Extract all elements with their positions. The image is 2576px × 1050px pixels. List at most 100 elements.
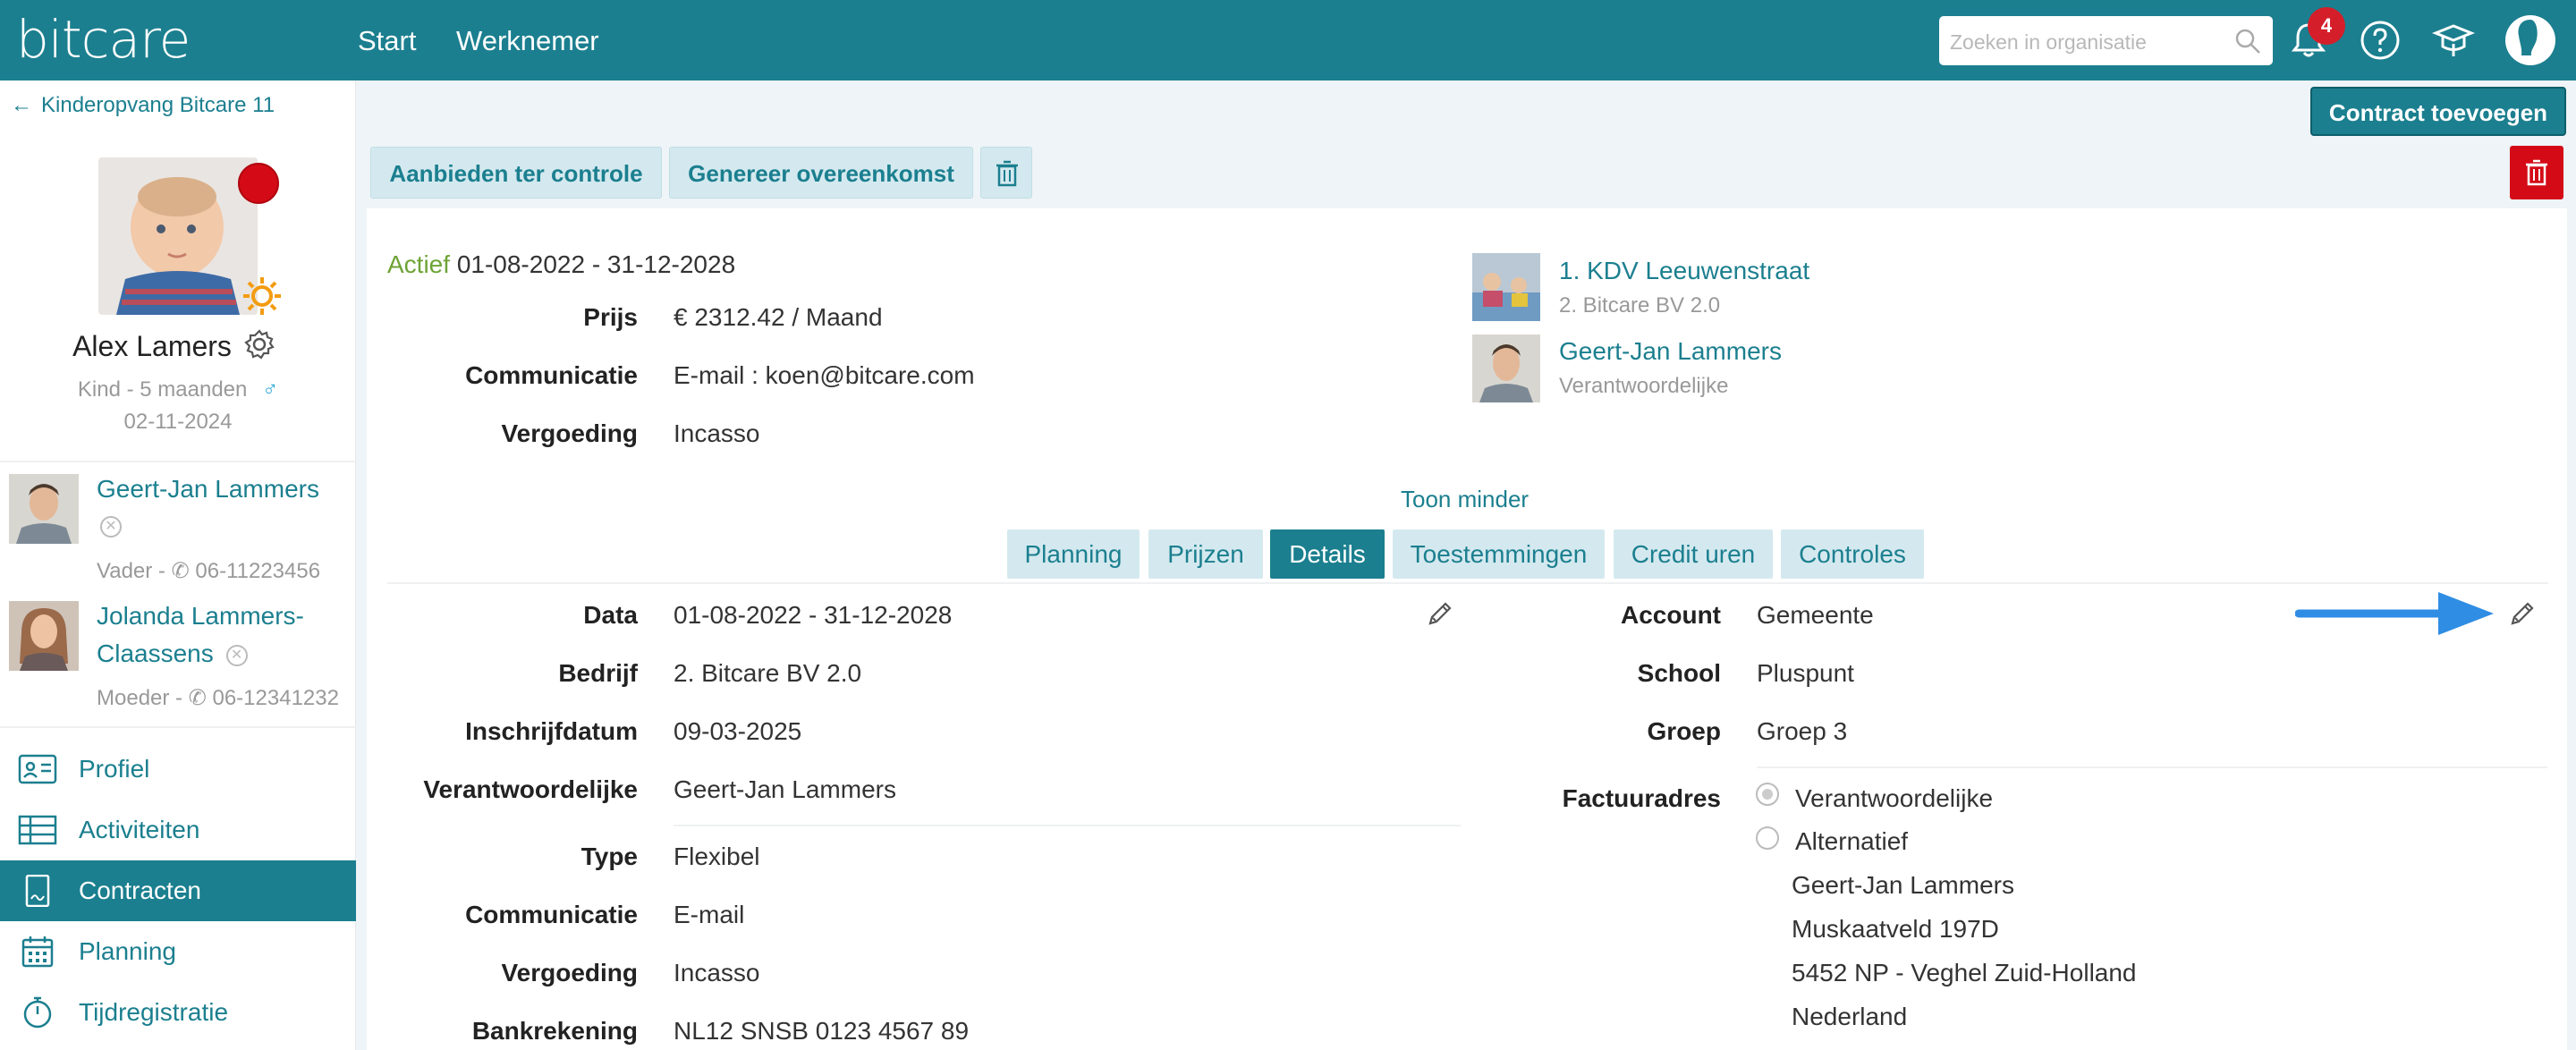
field-value: Groep 3 [1757, 717, 1848, 745]
tab-toestemmingen[interactable]: Toestemmingen [1393, 529, 1605, 579]
tab-credit-uren[interactable]: Credit uren [1614, 529, 1773, 579]
divider [674, 825, 1461, 826]
tab-prijzen[interactable]: Prijzen [1148, 529, 1263, 579]
menu-item-profiel[interactable]: Profiel [0, 739, 356, 800]
field-label: Vergoeding [501, 419, 638, 447]
divider [0, 726, 356, 728]
parent-phone[interactable]: 06-11223456 [195, 559, 320, 583]
search-placeholder: Zoeken in organisatie [1950, 30, 2147, 54]
gear-icon[interactable] [243, 328, 275, 360]
field-label: Account [1621, 601, 1721, 629]
menu-label: Activiteiten [79, 816, 200, 843]
calendar-icon [21, 936, 54, 968]
field-label: Data [583, 601, 638, 629]
menu-item-contracten[interactable]: Contracten [0, 860, 356, 921]
male-icon: ♂ [262, 377, 279, 402]
parent-name-line1: Jolanda Lammers- [97, 602, 304, 630]
pencil-icon[interactable] [2508, 599, 2537, 628]
contract-period: 01-08-2022 - 31-12-2028 [456, 250, 736, 278]
trash-icon [2526, 159, 2547, 186]
divider [1757, 766, 2547, 768]
field-value: E-mail [674, 901, 745, 928]
child-meta: Kind - 5 maanden ♂ [0, 377, 356, 402]
nav-start[interactable]: Start [358, 25, 416, 57]
field-value: NL12 SNSB 0123 4567 89 [674, 1017, 970, 1045]
remove-icon[interactable]: ✕ [225, 644, 248, 666]
show-less-link[interactable]: Toon minder [1401, 486, 1529, 513]
responsible-photo [1472, 334, 1540, 402]
user-avatar-icon[interactable] [2504, 14, 2556, 66]
parent-phone[interactable]: 06-12341232 [212, 686, 338, 710]
pencil-icon[interactable] [1426, 599, 1454, 628]
radio-alternative[interactable] [1756, 826, 1779, 850]
divider [0, 461, 356, 462]
address-line: Nederland [1792, 1003, 1908, 1030]
search-icon[interactable] [2233, 27, 2262, 55]
parent-photo [9, 601, 79, 671]
radio-responsible-label[interactable]: Verantwoordelijke [1795, 784, 1993, 813]
add-contract-button[interactable]: Contract toevoegen [2310, 87, 2566, 136]
address-line: 5452 NP - Veghel Zuid-Holland [1792, 959, 2137, 986]
field-value: € 2312.42 / Maand [674, 303, 883, 331]
field-value: Flexibel [674, 843, 760, 870]
child-birthdate: 02-11-2024 [123, 410, 233, 434]
phone-icon: ✆ [171, 559, 196, 583]
id-card-icon [18, 754, 57, 784]
status-label: Actief [387, 250, 451, 278]
back-link[interactable]: ← Kinderopvang Bitcare 11 [11, 93, 275, 118]
generate-agreement-button[interactable]: Genereer overeenkomst [669, 147, 973, 199]
tab-details[interactable]: Details [1270, 529, 1385, 579]
location-sub: 2. Bitcare BV 2.0 [1559, 293, 1721, 318]
field-label: Communicatie [465, 901, 638, 928]
field-label: Bankrekening [471, 1017, 638, 1045]
field-label: Groep [1647, 717, 1721, 745]
address-line: Muskaatveld 197D [1792, 915, 1999, 943]
menu-item-tijdregistratie[interactable]: Tijdregistratie [0, 982, 356, 1043]
field-value: Incasso [674, 419, 760, 447]
delete-button[interactable] [980, 147, 1032, 199]
field-label: Vergoeding [501, 959, 638, 986]
field-label: School [1637, 659, 1721, 687]
delete-contract-button[interactable] [2510, 146, 2563, 199]
responsible-sub: Verantwoordelijke [1559, 374, 1729, 398]
top-bar: bitcare Start Werknemer Zoeken in organi… [0, 0, 2576, 80]
location-link[interactable]: 1. KDV Leeuwenstraat [1559, 257, 1809, 285]
tab-planning[interactable]: Planning [1007, 529, 1140, 579]
sun-icon [243, 277, 281, 315]
parent-meta: Vader - ✆ 06-11223456 [97, 558, 320, 584]
field-label: Inschrijfdatum [465, 717, 638, 745]
tab-controles[interactable]: Controles [1781, 529, 1924, 579]
menu-item-planning[interactable]: Planning [0, 921, 356, 982]
search-input[interactable]: Zoeken in organisatie [1939, 16, 2273, 65]
menu-label: Contracten [79, 876, 201, 904]
trash-icon [996, 160, 1018, 187]
radio-alternative-label[interactable]: Alternatief [1795, 827, 1908, 856]
radio-responsible[interactable] [1756, 783, 1779, 806]
phone-icon: ✆ [188, 686, 213, 710]
arrow-right-icon [2295, 592, 2494, 635]
help-icon[interactable] [2358, 18, 2402, 63]
status-dot [238, 163, 279, 204]
field-value: E-mail : koen@bitcare.com [674, 361, 975, 389]
menu-item-activiteiten[interactable]: Activiteiten [0, 800, 356, 860]
field-value: 01-08-2022 - 31-12-2028 [674, 601, 953, 629]
child-avatar [98, 157, 258, 315]
stopwatch-icon [23, 996, 52, 1029]
graduation-cap-icon[interactable] [2431, 18, 2476, 63]
logo[interactable]: bitcare [16, 9, 191, 70]
location-photo [1472, 253, 1540, 321]
menu-label: Profiel [79, 755, 150, 783]
field-label: Type [580, 843, 638, 870]
contract-heading: Actief 01-08-2022 - 31-12-2028 [387, 250, 735, 279]
field-label: Communicatie [465, 361, 638, 389]
parent-name-link[interactable]: Geert-Jan Lammers [97, 470, 319, 508]
field-value: Pluspunt [1757, 659, 1854, 687]
billing-label: Factuuradres [1562, 784, 1721, 812]
nav-werknemer[interactable]: Werknemer [456, 25, 599, 57]
offer-review-button[interactable]: Aanbieden ter controle [370, 147, 662, 199]
parent-name-link[interactable]: Jolanda Lammers- Claassens ✕ [97, 597, 304, 673]
contract-icon [25, 875, 50, 907]
remove-icon[interactable]: ✕ [100, 513, 122, 538]
arrow-left-icon: ← [11, 93, 32, 117]
responsible-link[interactable]: Geert-Jan Lammers [1559, 337, 1782, 366]
